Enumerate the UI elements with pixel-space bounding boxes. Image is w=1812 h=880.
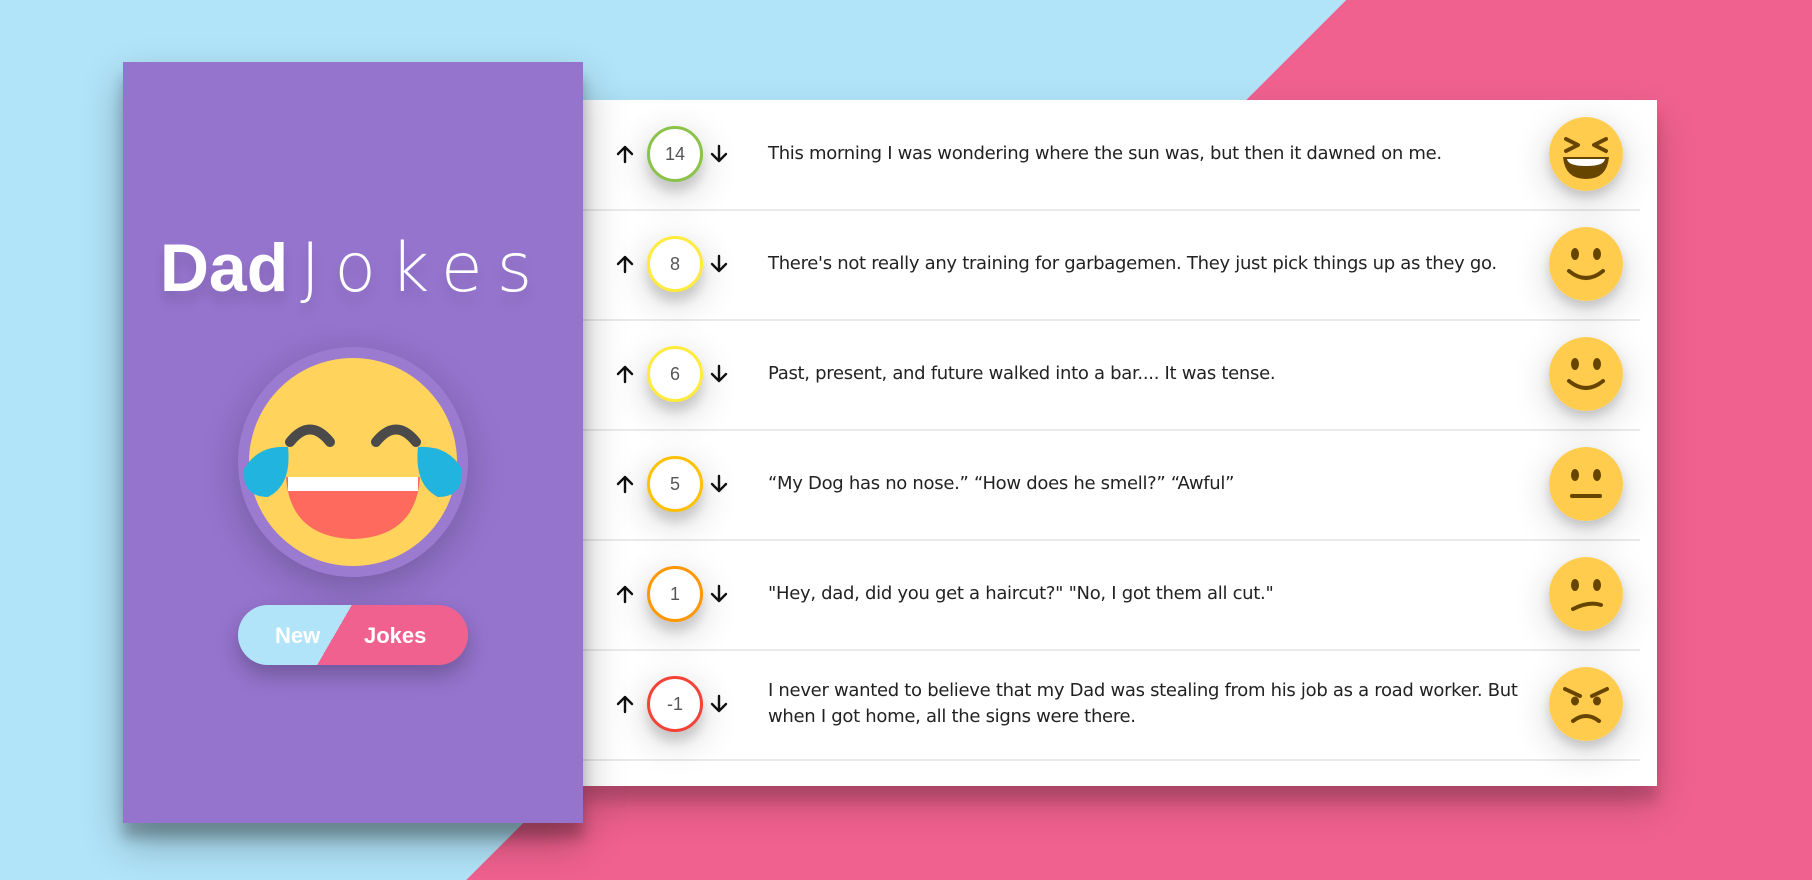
downvote-arrow-icon[interactable] <box>709 474 729 494</box>
vote-controls: 1 <box>615 566 728 622</box>
joke-row: 8 There's not really any training for gar… <box>583 210 1640 321</box>
smiling-face-icon <box>1549 227 1623 301</box>
joke-score: 1 <box>647 566 703 622</box>
joke-text-content: “My Dog has no nose.” “How does he smell… <box>768 472 1235 494</box>
joke-text-content: This morning I was wondering where the s… <box>768 142 1442 164</box>
joke-score: 5 <box>647 456 703 512</box>
downvote-arrow-icon[interactable] <box>709 254 729 274</box>
joke-row: -1 I never wanted to believe that my Dad … <box>583 650 1640 761</box>
joke-text: “My Dog has no nose.” “How does he smell… <box>768 430 1528 537</box>
upvote-arrow-icon[interactable] <box>615 584 635 604</box>
downvote-arrow-icon[interactable] <box>709 364 729 384</box>
joke-score: 14 <box>647 126 703 182</box>
joke-text: Past, present, and future walked into a … <box>768 320 1528 427</box>
app-title: Dad Jokes <box>160 234 546 303</box>
joke-row: 14 This morning I was wondering where the… <box>583 100 1640 211</box>
new-jokes-button-word2: Jokes <box>364 623 427 648</box>
new-jokes-button[interactable]: New Jokes <box>238 605 468 665</box>
joke-text-content: I never wanted to believe that my Dad wa… <box>768 679 1518 727</box>
app-title-light: Jokes <box>300 229 547 308</box>
upvote-arrow-icon[interactable] <box>615 364 635 384</box>
neutral-face-icon <box>1549 447 1623 521</box>
smiling-face-icon <box>1549 337 1623 411</box>
app-title-bold: Dad <box>159 230 289 306</box>
upvote-arrow-icon[interactable] <box>615 694 635 714</box>
new-jokes-button-word1: New <box>275 623 321 648</box>
vote-controls: 5 <box>615 456 728 512</box>
joke-score: 6 <box>647 346 703 402</box>
joke-text: This morning I was wondering where the s… <box>768 100 1528 207</box>
joke-text: "Hey, dad, did you get a haircut?" "No, … <box>768 540 1528 647</box>
upvote-arrow-icon[interactable] <box>615 254 635 274</box>
downvote-arrow-icon[interactable] <box>709 144 729 164</box>
laughing-squint-face-icon <box>1549 117 1623 191</box>
tears-of-joy-emoji-icon <box>238 347 468 577</box>
downvote-arrow-icon[interactable] <box>709 584 729 604</box>
joke-score: -1 <box>647 676 703 732</box>
joke-text: There's not really any training for garb… <box>768 210 1528 317</box>
joke-row: 5 “My Dog has no nose.” “How does he smel… <box>583 430 1640 541</box>
angry-face-icon <box>1549 667 1623 741</box>
joke-text-content: "Hey, dad, did you get a haircut?" "No, … <box>768 582 1274 604</box>
confused-face-icon <box>1549 557 1623 631</box>
downvote-arrow-icon[interactable] <box>709 694 729 714</box>
joke-text: I never wanted to believe that my Dad wa… <box>768 650 1528 757</box>
vote-controls: 8 <box>615 236 728 292</box>
vote-controls: 14 <box>615 126 728 182</box>
upvote-arrow-icon[interactable] <box>615 144 635 164</box>
vote-controls: -1 <box>615 676 728 732</box>
jokes-list: 14 This morning I was wondering where the… <box>583 100 1657 786</box>
joke-row: 6 Past, present, and future walked into a… <box>583 320 1640 431</box>
joke-text-content: Past, present, and future walked into a … <box>768 362 1276 384</box>
joke-score: 8 <box>647 236 703 292</box>
joke-row: 1 "Hey, dad, did you get a haircut?" "No,… <box>583 540 1640 651</box>
upvote-arrow-icon[interactable] <box>615 474 635 494</box>
vote-controls: 6 <box>615 346 728 402</box>
sidebar: Dad Jokes New Jokes <box>123 62 583 823</box>
joke-text-content: There's not really any training for garb… <box>768 252 1497 274</box>
